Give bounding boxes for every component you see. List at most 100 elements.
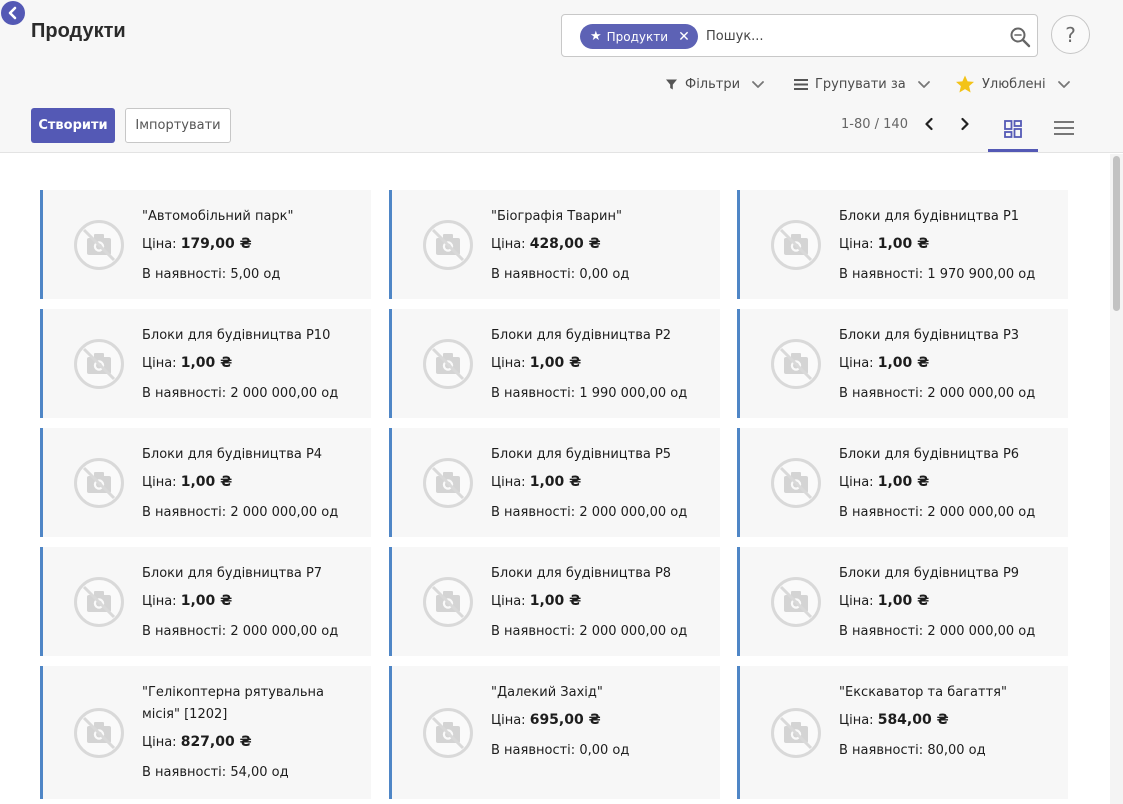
search-facet-label: Продукти — [606, 29, 669, 44]
product-name: "Гелікоптерна рятувальна місія" [1202] — [142, 685, 324, 722]
price-value: 827,00 ₴ — [180, 734, 252, 750]
stock-label: В наявності: — [491, 743, 576, 758]
product-card[interactable]: Блоки для будівництва P2 Ціна: 1,00 ₴ В … — [389, 309, 720, 418]
create-button[interactable]: Створити — [31, 108, 115, 143]
favorites-dropdown[interactable]: Улюблені — [955, 72, 1071, 96]
product-card[interactable]: Блоки для будівництва P3 Ціна: 1,00 ₴ В … — [737, 309, 1068, 418]
stock-label: В наявності: — [142, 505, 227, 520]
list-view-button[interactable] — [1039, 116, 1089, 152]
product-stock: В наявності: 1 970 900,00 од — [839, 265, 1060, 285]
price-label: Ціна: — [491, 594, 526, 609]
product-price: Ціна: 1,00 ₴ — [142, 353, 363, 374]
price-label: Ціна: — [491, 475, 526, 490]
chevron-down-icon — [1057, 81, 1070, 88]
pager-value[interactable]: 1-80 / 140 — [841, 117, 908, 132]
chevron-down-icon — [917, 81, 930, 88]
price-value: 1,00 ₴ — [180, 593, 233, 609]
no-image-icon — [423, 708, 473, 758]
product-card[interactable]: "Біографія Тварин" Ціна: 428,00 ₴ В наяв… — [389, 190, 720, 299]
close-icon[interactable]: ✕ — [678, 30, 690, 44]
product-card[interactable]: Блоки для будівництва P8 Ціна: 1,00 ₴ В … — [389, 547, 720, 656]
price-label: Ціна: — [839, 594, 874, 609]
kanban-view-button[interactable] — [988, 116, 1038, 152]
no-image-icon — [771, 458, 821, 508]
search-input[interactable] — [706, 25, 996, 47]
product-stock: В наявності: 2 000 000,00 од — [839, 622, 1060, 642]
stock-value: 2 000 000,00 од — [230, 386, 339, 401]
product-name: "Екскаватор та багаття" — [839, 685, 1007, 700]
stock-value: 1 990 000,00 од — [579, 386, 688, 401]
group-by-label: Групувати за — [815, 76, 906, 92]
price-label: Ціна: — [839, 356, 874, 371]
search-icon[interactable] — [1008, 25, 1032, 49]
scrollbar[interactable] — [1110, 154, 1123, 804]
filters-label: Фільтри — [685, 76, 741, 92]
price-label: Ціна: — [142, 475, 177, 490]
product-price: Ціна: 1,00 ₴ — [839, 234, 1060, 255]
product-price: Ціна: 1,00 ₴ — [142, 472, 363, 493]
no-image-icon — [423, 339, 473, 389]
stock-value: 54,00 од — [230, 765, 289, 780]
stock-value: 2 000 000,00 од — [230, 624, 339, 639]
product-card[interactable]: "Автомобільний парк" Ціна: 179,00 ₴ В на… — [40, 190, 371, 299]
product-card[interactable]: "Екскаватор та багаття" Ціна: 584,00 ₴ В… — [737, 666, 1068, 799]
product-stock: В наявності: 0,00 од — [491, 265, 712, 285]
pager-next-button[interactable] — [956, 114, 974, 134]
stock-label: В наявності: — [839, 267, 924, 282]
product-price: Ціна: 428,00 ₴ — [491, 234, 712, 255]
price-value: 584,00 ₴ — [877, 712, 949, 728]
product-price: Ціна: 827,00 ₴ — [142, 732, 363, 753]
product-card[interactable]: Блоки для будівництва P1 Ціна: 1,00 ₴ В … — [737, 190, 1068, 299]
pager-previous-button[interactable] — [920, 114, 938, 134]
product-stock: В наявності: 80,00 од — [839, 741, 1060, 761]
price-value: 428,00 ₴ — [529, 236, 601, 252]
search-facet[interactable]: ★ Продукти ✕ — [580, 24, 698, 49]
product-name: Блоки для будівництва P3 — [839, 328, 1020, 343]
no-image-icon — [771, 577, 821, 627]
price-label: Ціна: — [491, 356, 526, 371]
stock-value: 80,00 од — [927, 743, 986, 758]
search-box[interactable]: ★ Продукти ✕ — [561, 14, 1038, 57]
group-by-dropdown[interactable]: Групувати за — [794, 72, 931, 96]
product-stock: В наявності: 2 000 000,00 од — [142, 622, 363, 642]
product-card[interactable]: Блоки для будівництва P4 Ціна: 1,00 ₴ В … — [40, 428, 371, 537]
stock-value: 2 000 000,00 од — [927, 624, 1036, 639]
price-label: Ціна: — [839, 237, 874, 252]
scrollbar-thumb[interactable] — [1113, 156, 1120, 311]
import-button[interactable]: Імпортувати — [125, 108, 231, 143]
product-stock: В наявності: 2 000 000,00 од — [491, 622, 712, 642]
stock-label: В наявності: — [839, 624, 924, 639]
stock-label: В наявності: — [839, 386, 924, 401]
favorites-label: Улюблені — [982, 76, 1046, 92]
stock-value: 2 000 000,00 од — [927, 505, 1036, 520]
filters-dropdown[interactable]: Фільтри — [665, 72, 765, 96]
chevron-left-icon — [8, 6, 17, 20]
stock-label: В наявності: — [839, 505, 924, 520]
price-value: 1,00 ₴ — [529, 593, 582, 609]
product-card[interactable]: "Далекий Захід" Ціна: 695,00 ₴ В наявнос… — [389, 666, 720, 799]
product-name: Блоки для будівництва P6 — [839, 447, 1020, 462]
product-card[interactable]: Блоки для будівництва P10 Ціна: 1,00 ₴ В… — [40, 309, 371, 418]
product-name: Блоки для будівництва P1 — [839, 209, 1020, 224]
help-button[interactable]: ? — [1051, 15, 1090, 54]
star-icon: ★ — [590, 29, 602, 44]
product-price: Ціна: 1,00 ₴ — [491, 472, 712, 493]
list-icon — [794, 78, 808, 90]
product-card[interactable]: Блоки для будівництва P9 Ціна: 1,00 ₴ В … — [737, 547, 1068, 656]
product-card[interactable]: Блоки для будівництва P7 Ціна: 1,00 ₴ В … — [40, 547, 371, 656]
chevron-right-icon — [961, 117, 969, 131]
no-image-icon — [74, 458, 124, 508]
price-label: Ціна: — [491, 237, 526, 252]
stock-label: В наявності: — [491, 267, 576, 282]
kanban-icon — [1004, 120, 1022, 138]
no-image-icon — [771, 339, 821, 389]
back-button[interactable] — [1, 1, 25, 25]
product-card[interactable]: Блоки для будівництва P6 Ціна: 1,00 ₴ В … — [737, 428, 1068, 537]
price-value: 1,00 ₴ — [180, 474, 233, 490]
price-value: 179,00 ₴ — [180, 236, 252, 252]
product-price: Ціна: 1,00 ₴ — [491, 591, 712, 612]
control-panel: Продукти ★ Продукти ✕ ? Фільтри Групуват… — [0, 0, 1123, 153]
product-name: Блоки для будівництва P4 — [142, 447, 323, 462]
product-card[interactable]: "Гелікоптерна рятувальна місія" [1202] Ц… — [40, 666, 371, 799]
product-card[interactable]: Блоки для будівництва P5 Ціна: 1,00 ₴ В … — [389, 428, 720, 537]
